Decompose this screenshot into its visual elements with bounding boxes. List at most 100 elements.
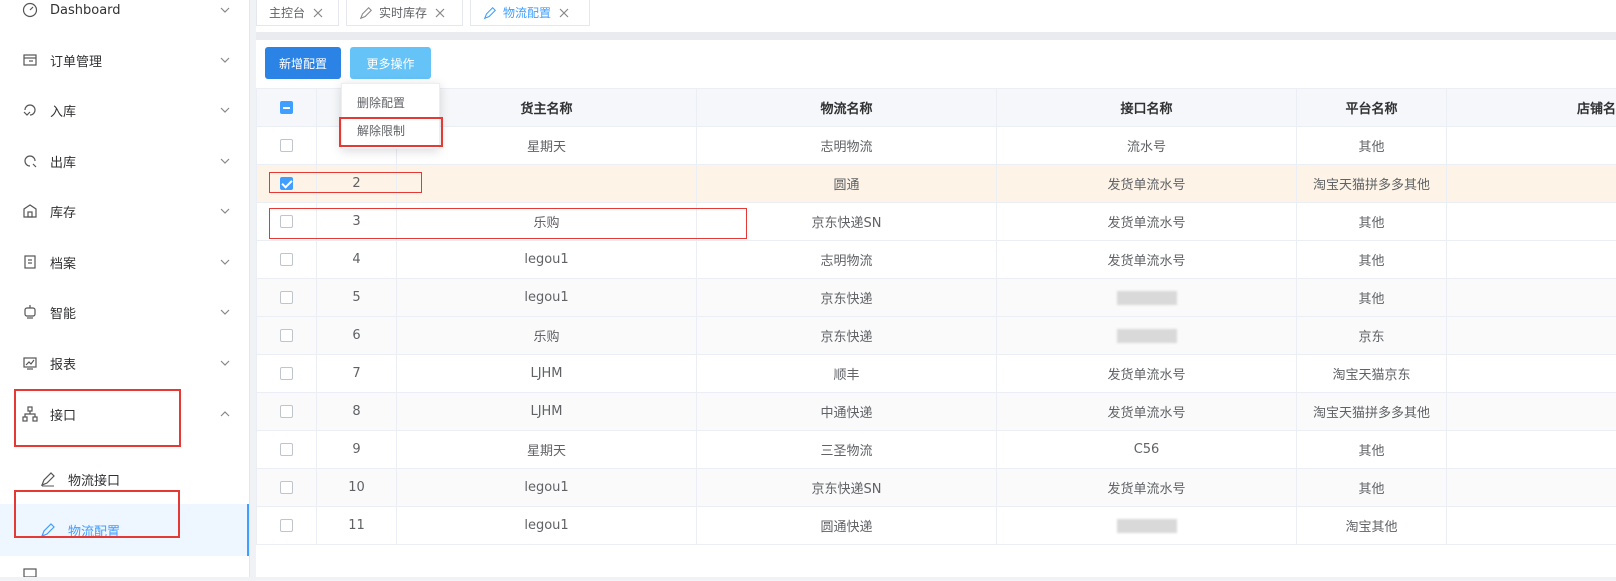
row-checkbox[interactable] — [280, 253, 293, 266]
sidebar-item-inbound[interactable]: 入库 — [0, 84, 249, 136]
tab-logistics-config[interactable]: 物流配置 — [470, 0, 590, 26]
row-checkbox[interactable] — [280, 139, 293, 152]
cell-logistics: 京东快递SN — [697, 469, 997, 507]
cell-owner: 星期天 — [397, 127, 697, 165]
row-checkbox[interactable] — [280, 367, 293, 380]
cell-owner: 乐购 — [397, 203, 697, 241]
chevron-up-icon — [219, 408, 231, 420]
row-checkbox[interactable] — [280, 177, 293, 190]
cell-api: 发货单流水号 — [997, 355, 1297, 393]
close-icon[interactable] — [435, 8, 445, 18]
table-row[interactable]: 8 LJHM 中通快递 发货单流水号 淘宝天猫拼多多其他 — [257, 393, 1616, 431]
table-row[interactable]: 5 legou1 京东快递 其他 — [257, 279, 1616, 317]
sidebar-item-smart[interactable]: 智能 — [0, 286, 249, 338]
table-row[interactable]: 10 legou1 京东快递SN 发货单流水号 其他 — [257, 469, 1616, 507]
cell-platform: 其他 — [1297, 203, 1447, 241]
more-actions-button[interactable]: 更多操作 — [350, 47, 431, 79]
sidebar-item-inventory[interactable]: 库存 — [0, 185, 249, 237]
add-config-button[interactable]: 新增配置 — [265, 47, 341, 79]
inventory-icon — [22, 203, 38, 219]
sidebar-item-report[interactable]: 报表 — [0, 337, 249, 389]
cell-index: 3 — [317, 203, 397, 241]
cell-api-redacted — [997, 317, 1297, 355]
row-checkbox[interactable] — [280, 215, 293, 228]
cell-shop — [1447, 317, 1616, 355]
cell-platform: 其他 — [1297, 431, 1447, 469]
redacted-text — [1117, 291, 1177, 305]
sidebar-subitem-label: 物流接口 — [68, 470, 120, 489]
select-all-cell[interactable] — [257, 89, 317, 127]
table-row[interactable]: 4 legou1 志明物流 发货单流水号 其他 — [257, 241, 1616, 279]
cell-shop — [1447, 431, 1616, 469]
smart-icon — [22, 304, 38, 320]
more-actions-dropdown: 删除配置 解除限制 — [341, 83, 440, 149]
column-header-logistics: 物流名称 — [697, 89, 997, 127]
sidebar-item-label: 报表 — [50, 354, 76, 373]
cell-logistics: 志明物流 — [697, 127, 997, 165]
select-all-checkbox[interactable] — [280, 101, 293, 114]
row-checkbox[interactable] — [280, 443, 293, 456]
cell-owner: legou1 — [397, 469, 697, 507]
outbound-icon — [22, 153, 38, 169]
column-header-shop: 店铺名 — [1447, 89, 1616, 127]
row-checkbox[interactable] — [280, 405, 293, 418]
cell-shop — [1447, 165, 1616, 203]
cell-logistics: 三圣物流 — [697, 431, 997, 469]
row-checkbox[interactable] — [280, 291, 293, 304]
cell-shop — [1447, 203, 1616, 241]
table-row[interactable]: 2 圆通 发货单流水号 淘宝天猫拼多多其他 — [257, 165, 1616, 203]
row-checkbox[interactable] — [280, 519, 293, 532]
pen-icon — [40, 471, 56, 487]
cell-platform: 淘宝天猫京东 — [1297, 355, 1447, 393]
report-icon — [22, 355, 38, 371]
table-row[interactable]: 9 星期天 三圣物流 C56 其他 — [257, 431, 1616, 469]
row-checkbox[interactable] — [280, 329, 293, 342]
close-icon[interactable] — [313, 8, 323, 18]
sidebar-item-outbound[interactable]: 出库 — [0, 135, 249, 187]
tab-label: 主控台 — [269, 4, 305, 21]
cell-shop — [1447, 127, 1616, 165]
sidebar-item-label: 档案 — [50, 253, 76, 272]
sidebar-subitem-logistics-config[interactable]: 物流配置 — [0, 504, 249, 556]
cell-api: 发货单流水号 — [997, 203, 1297, 241]
sidebar-subitem-label: 物流配置 — [68, 521, 120, 540]
redacted-text — [1117, 329, 1177, 343]
cell-index: 9 — [317, 431, 397, 469]
cell-platform: 其他 — [1297, 127, 1447, 165]
cell-shop — [1447, 355, 1616, 393]
table-row[interactable]: 星期天 志明物流 流水号 其他 — [257, 127, 1616, 165]
table-row[interactable]: 7 LJHM 顺丰 发货单流水号 淘宝天猫京东 — [257, 355, 1616, 393]
cell-platform: 其他 — [1297, 279, 1447, 317]
sidebar-subitem-logistics-api[interactable]: 物流接口 — [0, 453, 249, 505]
dropdown-item-delete-config[interactable]: 删除配置 — [342, 89, 439, 117]
cell-index: 4 — [317, 241, 397, 279]
cell-index: 8 — [317, 393, 397, 431]
cell-index: 2 — [317, 165, 397, 203]
redacted-text — [1117, 519, 1177, 533]
inbound-icon — [22, 102, 38, 118]
sidebar-item-label: Dashboard — [50, 3, 121, 18]
sidebar-item-label: 订单管理 — [50, 51, 102, 70]
table-row[interactable]: 3 乐购 京东快递SN 发货单流水号 其他 — [257, 203, 1616, 241]
row-checkbox[interactable] — [280, 481, 293, 494]
tabs-divider — [256, 32, 1616, 40]
sidebar-item-api[interactable]: 接口 — [0, 388, 249, 440]
chevron-down-icon — [219, 104, 231, 116]
sidebar-item-label: 入库 — [50, 101, 76, 120]
tab-realtime-inventory[interactable]: 实时库存 — [346, 0, 463, 26]
close-icon[interactable] — [559, 8, 569, 18]
chevron-down-icon — [219, 306, 231, 318]
cell-api: 发货单流水号 — [997, 393, 1297, 431]
chevron-down-icon — [219, 256, 231, 268]
cell-api-redacted — [997, 507, 1297, 545]
dropdown-item-remove-limit[interactable]: 解除限制 — [342, 117, 439, 145]
dashboard-icon — [22, 2, 38, 18]
cell-platform: 其他 — [1297, 241, 1447, 279]
table-row[interactable]: 11 legou1 圆通快递 淘宝其他 — [257, 507, 1616, 545]
sidebar-item-archive[interactable]: 档案 — [0, 236, 249, 288]
sidebar-item-dashboard[interactable]: Dashboard — [0, 0, 249, 36]
table-row[interactable]: 6 乐购 京东快递 京东 — [257, 317, 1616, 355]
tab-dashboard[interactable]: 主控台 — [256, 0, 339, 26]
sidebar-item-orders[interactable]: 订单管理 — [0, 34, 249, 86]
chevron-down-icon — [219, 155, 231, 167]
